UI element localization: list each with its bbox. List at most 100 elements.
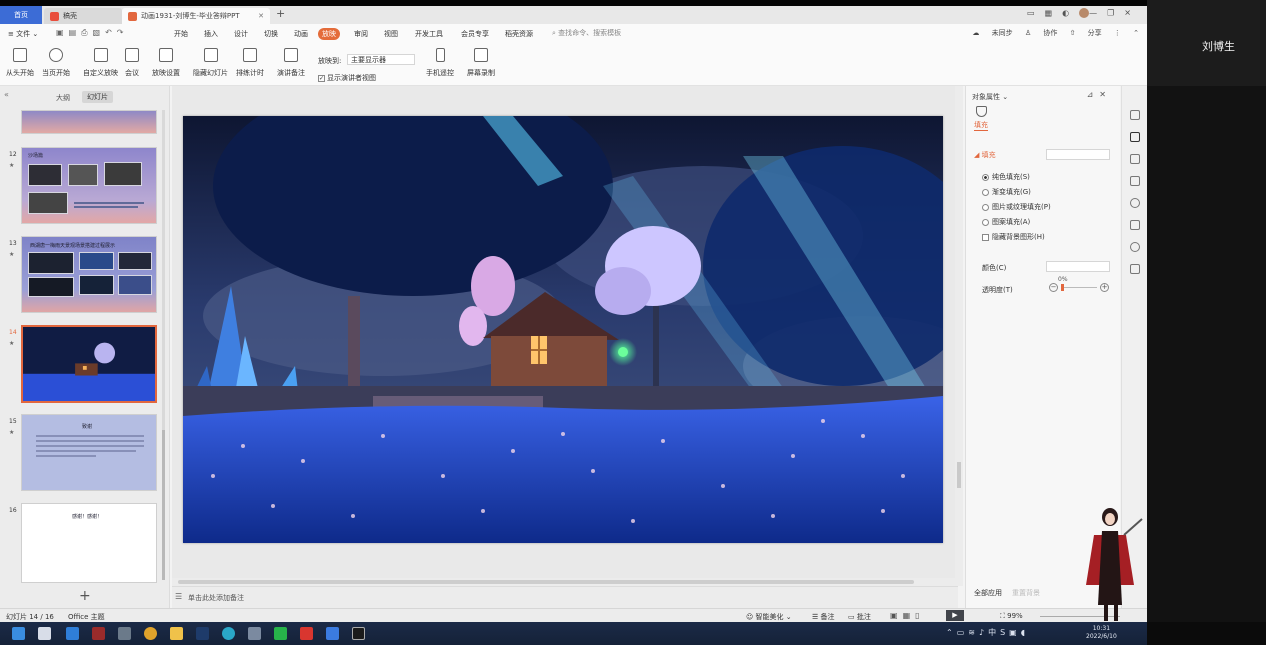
meeting-button[interactable]: 会议 — [125, 48, 139, 78]
menu-start[interactable]: 开始 — [174, 28, 188, 40]
more-icon[interactable]: ⋮ — [1114, 29, 1121, 37]
calculator-icon[interactable] — [118, 627, 131, 640]
edge-icon[interactable] — [222, 627, 235, 640]
scrollbar-thumb[interactable] — [162, 430, 165, 580]
network-icon[interactable]: ▭ — [957, 628, 969, 637]
wechat-icon[interactable] — [274, 627, 287, 640]
avatar[interactable] — [1079, 8, 1090, 18]
tab-home[interactable]: 首页 — [0, 6, 42, 24]
fill-type-select[interactable] — [1046, 149, 1110, 160]
layers-icon[interactable] — [1130, 220, 1140, 230]
shape-icon[interactable] — [1130, 176, 1140, 186]
export-icon[interactable]: ▤ — [69, 28, 82, 37]
slide-thumb-16[interactable]: 感谢！感谢！ — [21, 503, 157, 583]
undo-icon[interactable]: ↶ — [105, 28, 117, 37]
steam-icon[interactable] — [196, 627, 209, 640]
skin-icon[interactable]: ◐ — [1062, 9, 1079, 18]
start-from-beginning-button[interactable]: 从头开始 — [6, 48, 34, 78]
preview-icon[interactable]: ▧ — [93, 28, 106, 37]
print-icon[interactable]: ⎙ — [81, 28, 92, 37]
pin-icon[interactable]: ⊿ — [1087, 90, 1100, 99]
close-window-icon[interactable]: ✕ — [1124, 9, 1141, 18]
windows-start-icon[interactable] — [12, 627, 25, 640]
volume-icon[interactable]: ◖ — [1021, 628, 1029, 637]
wps-icon[interactable] — [300, 627, 313, 640]
speaker-notes-button[interactable]: 演讲备注 — [277, 48, 305, 78]
new-tab-button[interactable]: + — [276, 7, 285, 20]
restore-icon[interactable]: ❐ — [1107, 9, 1124, 18]
add-slide-button[interactable]: + — [79, 588, 91, 604]
plus-icon[interactable]: + — [1100, 283, 1109, 292]
screen-record-button[interactable]: 屏幕录制 — [467, 48, 495, 78]
share-button[interactable]: ⇧ 分享 — [1070, 29, 1102, 37]
fill-section-header[interactable]: ◢ 填充 — [974, 150, 996, 160]
help-icon[interactable] — [1130, 198, 1140, 208]
apply-all-button[interactable]: 全部应用 — [974, 588, 1002, 598]
slide-thumb-13[interactable]: 西湖唐一梅雨天景观场景搭建过程展示 — [21, 236, 157, 313]
chrome-icon[interactable] — [144, 627, 157, 640]
save-icon[interactable]: ▣ — [56, 28, 69, 37]
command-search[interactable]: ⌕ 查找命令、搜索模板 — [552, 28, 621, 38]
capture-icon[interactable] — [248, 627, 261, 640]
sync-button[interactable]: ☁ 未同步 — [972, 29, 1012, 37]
fill-bucket-icon[interactable] — [976, 106, 987, 117]
task-view-icon[interactable] — [38, 627, 51, 640]
app-icon[interactable] — [92, 627, 105, 640]
menu-review[interactable]: 审阅 — [354, 28, 368, 40]
normal-view-icon[interactable]: ▣ — [890, 611, 903, 620]
menu-animation[interactable]: 动画 — [294, 28, 308, 40]
fill-tab[interactable]: 填充 — [974, 120, 988, 131]
ime-indicator[interactable]: 中 — [988, 628, 1000, 637]
pointer-icon[interactable] — [1130, 110, 1140, 120]
tray-expand-icon[interactable]: ⌃ — [946, 628, 957, 637]
menu-member[interactable]: 会员专享 — [461, 28, 489, 40]
slide-thumb-11[interactable] — [21, 110, 157, 134]
grid-icon[interactable]: ▦ — [1045, 9, 1063, 18]
slides-tab[interactable]: 幻灯片 — [82, 91, 113, 103]
notes-pane[interactable]: ☰ 单击此处添加备注 — [172, 586, 958, 608]
slideshow-settings-button[interactable]: 放映设置 — [152, 48, 180, 78]
reset-background-button[interactable]: 重置背景 — [1012, 588, 1040, 598]
meeting-app-icon[interactable] — [326, 627, 339, 640]
scrollbar-thumb[interactable] — [957, 462, 961, 488]
solid-fill-radio[interactable]: 纯色填充(S) — [982, 172, 1030, 182]
close-tab-icon[interactable]: ✕ — [258, 8, 264, 24]
ps-icon[interactable] — [352, 627, 365, 640]
gradient-fill-radio[interactable]: 渐变填充(G) — [982, 187, 1031, 197]
comment-toggle[interactable]: ▭ 批注 — [848, 612, 871, 622]
tab-presentation[interactable]: 动画1931-刘博生-毕业答辩PPT ✕ — [122, 8, 270, 24]
taskbar-clock[interactable]: 10:31 2022/6/10 — [1086, 625, 1117, 641]
menu-view[interactable]: 视图 — [384, 28, 398, 40]
custom-show-button[interactable]: 自定义放映 — [83, 48, 118, 78]
outline-tab[interactable]: 大纲 — [56, 93, 70, 103]
tab-docer[interactable]: 稿壳 — [44, 8, 122, 24]
menu-developer[interactable]: 开发工具 — [415, 28, 443, 40]
layout-icon[interactable]: ▭ — [1027, 9, 1045, 18]
canvas-horizontal-scrollbar[interactable] — [172, 578, 958, 586]
canvas-vertical-scrollbar[interactable] — [955, 86, 963, 586]
smart-beautify-button[interactable]: ☺ 智能美化 ⌄ — [746, 612, 792, 622]
slider-track[interactable] — [1061, 287, 1097, 288]
zoom-level[interactable]: ⛶ 99% — [1000, 612, 1023, 621]
scrollbar-thumb[interactable] — [178, 580, 914, 584]
menu-slideshow[interactable]: 放映 — [318, 28, 340, 40]
collapse-panel-icon[interactable]: « — [4, 90, 9, 99]
slide-thumb-14-selected[interactable] — [21, 325, 157, 403]
magic-icon[interactable] — [1130, 154, 1140, 164]
start-from-current-button[interactable]: 当页开始 — [42, 48, 70, 78]
menu-docer[interactable]: 稻壳资源 — [505, 28, 533, 40]
phone-remote-button[interactable]: 手机遥控 — [426, 48, 454, 78]
monitor-select[interactable]: 主要显示器 — [347, 54, 415, 65]
location-icon[interactable] — [1130, 242, 1140, 252]
wifi-icon[interactable]: ≋ — [968, 628, 979, 637]
transparency-slider[interactable]: − + — [1049, 283, 1109, 293]
menu-insert[interactable]: 插入 — [204, 28, 218, 40]
mail-icon[interactable] — [66, 627, 79, 640]
notes-toggle[interactable]: ☰ 备注 — [812, 612, 835, 622]
collab-button[interactable]: ♙ 协作 — [1025, 29, 1058, 37]
slide-thumb-15[interactable]: 致谢 — [21, 414, 157, 491]
sorter-view-icon[interactable]: ▦ — [903, 611, 916, 620]
rehearse-timings-button[interactable]: 排练计时 — [236, 48, 264, 78]
properties-icon[interactable] — [1130, 132, 1140, 142]
sogou-icon[interactable]: S — [1000, 628, 1009, 637]
